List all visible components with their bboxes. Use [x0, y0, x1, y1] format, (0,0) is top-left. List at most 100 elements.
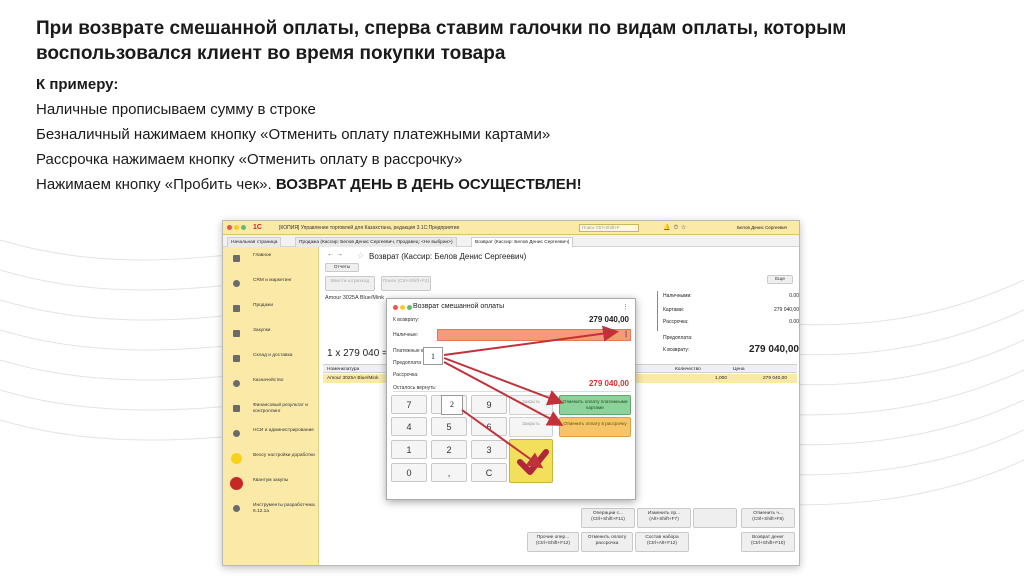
tab-sale[interactable]: Продажа (Кассир: Белов Денис Сергеевич, … [295, 237, 457, 247]
dialog-window-controls [393, 305, 414, 312]
summary-cards: Картами: 279 040,00 [663, 307, 799, 313]
summary-cash: Наличными: 0.00 [663, 293, 799, 299]
cancel-cards-payment-button[interactable]: Отменить оплату платежными картами [559, 395, 631, 415]
keypad-key-clear[interactable]: C [471, 463, 507, 482]
text-cursor: | [625, 331, 627, 338]
change-price-button[interactable]: Изменить пр... (Alt+Shift+F7) [637, 508, 691, 528]
sidebar-item-warehouse[interactable]: Склад и доставка [223, 347, 319, 371]
nav-arrows-icon[interactable]: ← → [327, 251, 343, 258]
sidebar-item-quantum[interactable]: Квантум закупы [223, 472, 319, 496]
other-operations-button[interactable]: Прочие опер... (Ctrl+Shift+F12) [527, 532, 579, 552]
toolbar-icons[interactable]: 🔔⏱☆ [663, 224, 689, 232]
summary-marker [657, 291, 658, 331]
keypad-key-7[interactable]: 7 [391, 395, 427, 414]
slide-title: При возврате смешанной оплаты, сперва ст… [36, 18, 847, 64]
search-button[interactable]: Поиск (Ctrl+Shift+F2) [381, 276, 431, 291]
instruction-print-text: Нажимаем кнопку «Пробить чек». [36, 176, 276, 193]
summary-installment-label: Рассрочка: [663, 319, 689, 325]
keypad-key-0[interactable]: 0 [391, 463, 427, 482]
close-button-2[interactable]: Закрыть [509, 417, 553, 437]
instruction-installment: Рассрочка нажимаем кнопку «Отменить опла… [36, 151, 463, 168]
cancel-installment-payment-button[interactable]: Отменить оплату в рассрочку [559, 417, 631, 437]
keypad-key-3[interactable]: 3 [471, 440, 507, 459]
row-name: Amour 3025A Blue/Mink [327, 376, 379, 381]
annotation-digit-2: 2 [441, 395, 463, 415]
dialog-close-icon[interactable] [393, 305, 398, 310]
summary-prepay-label: Предоплата: [663, 335, 693, 341]
blank-button[interactable] [693, 508, 737, 528]
cancel-installment-bottom-button[interactable]: Отменить оплату рассрочка [581, 532, 633, 552]
maximize-dot-icon[interactable] [241, 225, 246, 230]
sidebar-item-label: Финансовый результат и контроллинг [253, 403, 308, 414]
close-button-1[interactable]: Закрыть [509, 395, 553, 415]
instruction-print-receipt: Нажимаем кнопку «Пробить чек». ВОЗВРАТ Д… [36, 175, 582, 195]
keypad-key-6[interactable]: 6 [471, 417, 507, 436]
minimize-dot-icon[interactable] [234, 225, 239, 230]
sidebar-item-finance[interactable]: Финансовый результат и контроллинг [223, 397, 319, 421]
sidebar: Главное CRM и маркетинг Продажи Закупки … [223, 247, 319, 565]
cash-amount-input[interactable]: | [437, 329, 631, 341]
sidebar-item-label: Инструменты разработчика 6.12.1а [253, 503, 315, 514]
keypad-key-comma[interactable]: , [431, 463, 467, 482]
favorite-star-icon[interactable]: ☆ [357, 251, 364, 260]
sidebar-item-sales[interactable]: Продажи [223, 297, 319, 321]
dialog-maximize-icon[interactable] [407, 305, 412, 310]
sidebar-item-treasury[interactable]: Казначейство [223, 372, 319, 396]
operations-button[interactable]: Операции с... (Ctrl+Shift+F11) [581, 508, 635, 528]
sidebar-item-label: Склад и доставка [253, 353, 293, 358]
quantum-logo-icon [230, 477, 243, 490]
keypad-key-5[interactable]: 5 [431, 417, 467, 436]
summary-to-return-label: К возврату: [663, 347, 690, 353]
reports-button[interactable]: Отчеты [325, 263, 359, 272]
quantity-line: 1 x 279 040 = [327, 348, 388, 359]
summary-cash-label: Наличными: [663, 293, 692, 299]
print-receipt-button[interactable] [509, 439, 553, 483]
more-button[interactable]: Еще [767, 275, 793, 284]
return-money-button[interactable]: Возврат денег (Ctrl+Shift+F10) [741, 532, 795, 552]
sidebar-item-dev-tools[interactable]: Инструменты разработчика 6.12.1а [223, 497, 319, 521]
annotation-digit-1: 1 [423, 347, 443, 365]
dialog-minimize-icon[interactable] [400, 305, 405, 310]
coins-icon [233, 380, 240, 387]
tab-home[interactable]: Начальная страница [227, 237, 282, 247]
example-heading: К примеру: [36, 76, 119, 93]
document-title: Возврат (Кассир: Белов Денис Сергеевич) [369, 252, 527, 261]
keypad-key-2[interactable]: 2 [431, 440, 467, 459]
summary-to-return-value: 279 040,00 [748, 344, 799, 355]
summary-cards-value: 279 040,00 [773, 307, 799, 313]
star-badge-icon [231, 453, 242, 464]
sidebar-item-main[interactable]: Главное [223, 247, 319, 271]
enter-barcode-button[interactable]: Ввести штрихкод [325, 276, 375, 291]
dialog-to-return-value: 279 040,00 [588, 315, 629, 324]
instruction-cards: Безналичный нажимаем кнопку «Отменить оп… [36, 126, 551, 143]
column-header: Номенклатура [327, 367, 360, 372]
row-qty: 1,000 [715, 376, 728, 381]
keypad-key-1[interactable]: 1 [391, 440, 427, 459]
row-price: 279 040,00 [763, 376, 788, 381]
keypad-key-4[interactable]: 4 [391, 417, 427, 436]
dialog-remaining-value: 279 040,00 [588, 379, 629, 388]
sidebar-item-crm[interactable]: CRM и маркетинг [223, 272, 319, 296]
sidebar-item-label: Квантум закупы [253, 478, 289, 483]
set-composition-button[interactable]: Состав набора (Ctrl+Alt+F12) [635, 532, 689, 552]
keypad-key-9[interactable]: 9 [471, 395, 507, 414]
summary-prepay: Предоплата: [663, 335, 799, 341]
global-search-input[interactable]: Поиск Ctrl+Shift+F [579, 224, 639, 232]
summary-installment-value: 0.00 [789, 319, 799, 325]
sidebar-item-admin[interactable]: НСИ и администрирование [223, 422, 319, 446]
tab-return[interactable]: Возврат (Кассир: Белов Денис Сергеевич) [471, 237, 574, 247]
bag-icon [233, 330, 240, 337]
current-user[interactable]: Белов Денис Сергеевич [737, 225, 787, 230]
dialog-title: Возврат смешанной оплаты [413, 303, 505, 310]
window-controls [227, 225, 248, 232]
close-dot-icon[interactable] [227, 225, 232, 230]
dialog-cards-label: Платежные к [393, 348, 424, 354]
sidebar-item-purchases[interactable]: Закупки [223, 322, 319, 346]
crm-icon [233, 280, 240, 287]
sidebar-item-settings[interactable]: Веосу настройки доработки [223, 447, 319, 471]
app-titlebar: 1С [КОПИЯ] Управление торговлей для Каза… [223, 221, 799, 235]
dialog-menu-icon[interactable]: ⋮ [622, 303, 629, 311]
mixed-payment-return-dialog: Возврат смешанной оплаты ⋮ К возврату: 2… [386, 298, 636, 500]
instruction-cash: Наличные прописываем сумму в строке [36, 101, 316, 118]
cancel-sale-button[interactable]: Отменить ч... (Ctrl+Shift+F8) [741, 508, 795, 528]
